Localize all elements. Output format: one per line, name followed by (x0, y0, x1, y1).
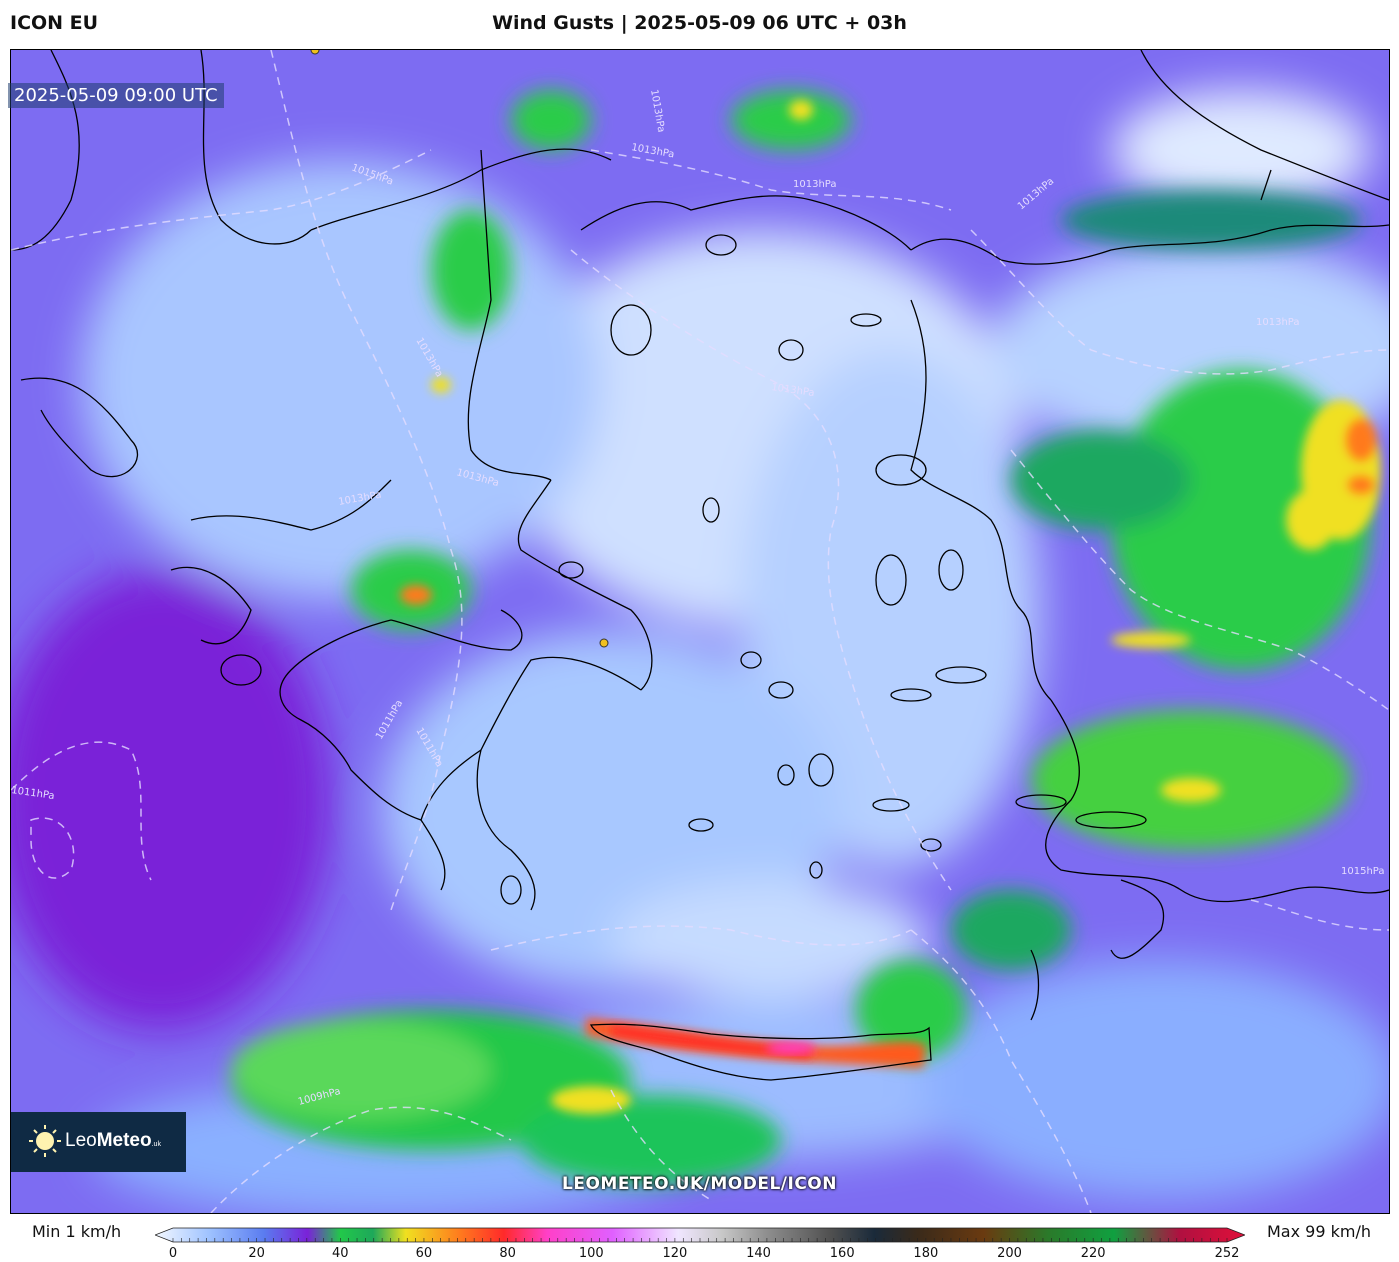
colorbar-tick-label: 180 (913, 1246, 939, 1261)
legend-min-label: Min 1 km/h (32, 1222, 122, 1241)
colorbar-tick-label: 60 (415, 1246, 433, 1261)
valid-time-badge: 2025-05-09 09:00 UTC (8, 83, 224, 108)
colorbar-tick-label: 160 (829, 1246, 855, 1261)
colorbar-tick-label: 20 (248, 1246, 265, 1261)
city-marker (599, 638, 609, 648)
colorbar-tick-label: 40 (332, 1246, 349, 1261)
colorbar-tick-label: 80 (499, 1246, 516, 1261)
leometeo-logo[interactable]: LeoMeteo.uk (11, 1112, 186, 1172)
colorbar-tick-label: 140 (746, 1246, 771, 1261)
logo-text: LeoMeteo.uk (65, 1130, 161, 1151)
city-marker (310, 50, 320, 55)
colorbar-tick-label: 100 (578, 1246, 604, 1261)
watermark-url: LEOMETEO.UK/MODEL/ICON (562, 1174, 837, 1194)
colorbar-tick-label: 200 (997, 1246, 1022, 1261)
map-title: Wind Gusts | 2025-05-09 06 UTC + 03h (492, 12, 907, 34)
colorbar-tick-label: 220 (1080, 1246, 1106, 1261)
colorbar-tick-label: 120 (662, 1246, 688, 1261)
isobar-label: 1015hPa (1341, 866, 1385, 877)
isobar-label: 1013hPa (1256, 317, 1300, 328)
colorbar (155, 1227, 1245, 1243)
isobar-label: 1013hPa (793, 179, 837, 190)
legend-max-label: Max 99 km/h (1267, 1222, 1371, 1241)
colorbar-tick-label: 252 (1214, 1246, 1240, 1261)
map-frame[interactable]: 1015hPa 1013hPa 1013hPa 1013hPa 1013hPa … (10, 49, 1390, 1214)
sun-icon (29, 1125, 61, 1157)
wind-gust-map: 1015hPa 1013hPa 1013hPa 1013hPa 1013hPa … (11, 50, 1389, 1213)
colorbar-tick-label: 0 (168, 1246, 178, 1261)
